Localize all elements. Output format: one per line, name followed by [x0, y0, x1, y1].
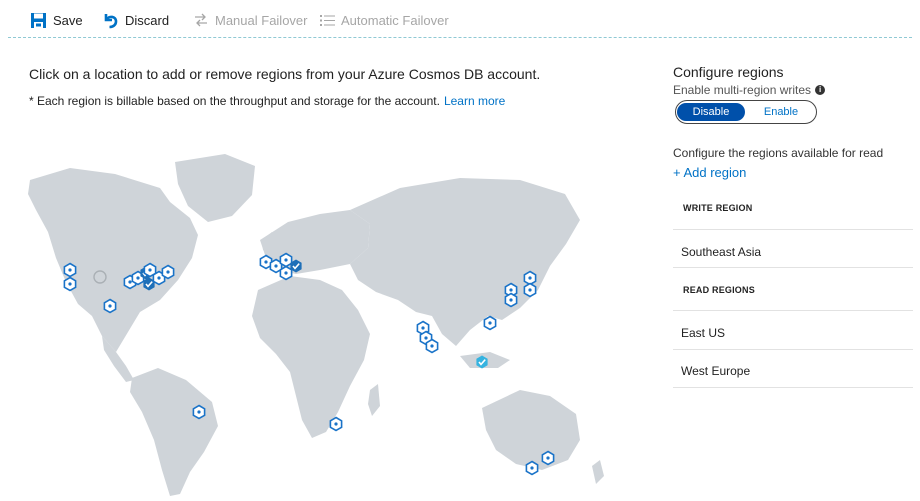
hexagon-plus-icon[interactable] — [329, 416, 343, 432]
automatic-failover-button[interactable]: Automatic Failover — [320, 10, 449, 30]
undo-icon — [104, 13, 118, 28]
hexagon-plus-icon[interactable] — [525, 460, 539, 476]
divider — [673, 349, 913, 350]
discard-label: Discard — [125, 12, 170, 28]
divider — [673, 267, 913, 268]
hexagon-plus-icon[interactable] — [504, 292, 518, 308]
hexagon-plus-icon[interactable] — [483, 315, 497, 331]
multi-region-writes-label: Enable multi-region writes i — [673, 83, 826, 97]
automatic-failover-label: Automatic Failover — [341, 12, 449, 28]
map-land — [28, 154, 604, 496]
save-button[interactable]: Save — [30, 10, 83, 30]
hexagon-plus-icon[interactable] — [63, 262, 77, 278]
divider — [673, 387, 913, 388]
hexagon-plus-icon[interactable] — [279, 265, 293, 281]
world-map[interactable] — [20, 140, 640, 500]
hexagon-plus-icon[interactable] — [103, 298, 117, 314]
read-regions-header: READ REGIONS — [683, 285, 755, 295]
save-label: Save — [53, 12, 83, 28]
write-region-header: WRITE REGION — [683, 203, 753, 213]
available-regions-text: Configure the regions available for read — [673, 146, 884, 160]
failover-arrows-icon — [195, 13, 207, 27]
hexagon-plus-icon[interactable] — [143, 262, 157, 278]
billing-note: * Each region is billable based on the t… — [29, 94, 505, 108]
hexagon-plus-icon[interactable] — [161, 264, 175, 280]
discard-button[interactable]: Discard — [102, 10, 169, 30]
info-icon[interactable]: i — [815, 85, 826, 95]
list-icon — [320, 14, 335, 26]
hexagon-plus-icon[interactable] — [63, 276, 77, 292]
multi-region-writes-toggle[interactable]: Disable Enable — [675, 100, 817, 124]
multi-region-writes-text: Enable multi-region writes — [673, 83, 812, 97]
command-bar: Save Discard Manual Failover Automatic F… — [0, 0, 920, 38]
instruction-text: Click on a location to add or remove reg… — [29, 66, 541, 82]
panel-title: Configure regions — [673, 64, 784, 80]
hexagon-plus-icon[interactable] — [192, 404, 206, 420]
write-region-item[interactable]: Southeast Asia — [681, 245, 761, 259]
enable-option[interactable]: Enable — [747, 103, 815, 121]
read-region-item[interactable]: West Europe — [681, 364, 750, 378]
divider — [673, 310, 913, 311]
divider — [673, 229, 913, 230]
learn-more-link[interactable]: Learn more — [444, 94, 505, 108]
disable-option[interactable]: Disable — [677, 103, 745, 121]
hexagon-plus-icon[interactable] — [523, 282, 537, 298]
hexagon-plus-icon[interactable] — [523, 270, 537, 286]
read-region-item[interactable]: East US — [681, 326, 725, 340]
billing-note-text: * Each region is billable based on the t… — [29, 94, 440, 108]
hexagon-plus-icon[interactable] — [541, 450, 555, 466]
add-region-link[interactable]: + Add region — [673, 165, 746, 180]
manual-failover-label: Manual Failover — [215, 12, 308, 28]
toolbar-divider — [8, 37, 912, 38]
manual-failover-button[interactable]: Manual Failover — [193, 10, 308, 30]
save-icon — [31, 12, 46, 28]
hexagon-plus-icon[interactable] — [425, 338, 439, 354]
hexagon-plus-icon[interactable] — [279, 252, 293, 268]
